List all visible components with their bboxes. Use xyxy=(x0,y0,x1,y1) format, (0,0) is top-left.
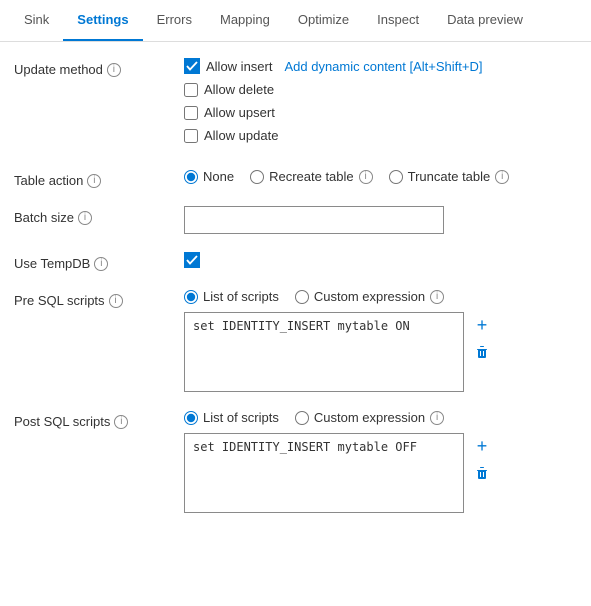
post-sql-scripts-row: Post SQL scripts i List of scripts Custom… xyxy=(14,410,577,513)
post-sql-add-button[interactable]: + xyxy=(472,435,492,457)
update-method-row: Update method i Allow insert Add dynamic… xyxy=(14,58,577,151)
pre-sql-radio-option-0[interactable]: List of scripts xyxy=(184,289,279,304)
pre-sql-delete-button[interactable] xyxy=(472,342,492,365)
post-sql-radio-option-0[interactable]: List of scripts xyxy=(184,410,279,425)
pre-sql-controls: List of scripts Custom expression i set ID… xyxy=(184,289,577,392)
pre-sql-radio-option-1[interactable]: Custom expression i xyxy=(295,289,444,304)
use-tempdb-row: Use TempDB i xyxy=(14,252,577,271)
allow-upsert-checkbox[interactable] xyxy=(184,106,198,120)
pre-sql-scripts-row: Pre SQL scripts i List of scripts Custom … xyxy=(14,289,577,392)
update-method-controls: Allow insert Add dynamic content [Alt+Sh… xyxy=(184,58,577,151)
pre-sql-actions: + xyxy=(472,312,492,365)
tab-mapping[interactable]: Mapping xyxy=(206,0,284,41)
post-sql-radio-label-1: Custom expression xyxy=(314,410,425,425)
post-sql-actions: + xyxy=(472,433,492,486)
dynamic-content-link[interactable]: Add dynamic content [Alt+Shift+D] xyxy=(284,59,482,74)
pre-sql-scripts-label: Pre SQL scripts xyxy=(14,293,105,308)
post-sql-info-icon[interactable]: i xyxy=(114,415,128,429)
tab-optimize[interactable]: Optimize xyxy=(284,0,363,41)
tabs-bar: SinkSettingsErrorsMappingOptimizeInspect… xyxy=(0,0,591,42)
tab-data-preview[interactable]: Data preview xyxy=(433,0,537,41)
pre-sql-radio-0[interactable] xyxy=(184,290,198,304)
pre-sql-radio-1[interactable] xyxy=(295,290,309,304)
pre-sql-add-button[interactable]: + xyxy=(472,314,492,336)
table-action-row: Table action i NoneRecreate tableiTrunca… xyxy=(14,169,577,188)
pre-sql-textarea[interactable]: set IDENTITY_INSERT mytable ON xyxy=(184,312,464,392)
update-method-info-icon[interactable]: i xyxy=(107,63,121,77)
table-action-option-2[interactable]: Truncate table i xyxy=(389,169,510,184)
table-action-option-1[interactable]: Recreate table i xyxy=(250,169,373,184)
table-action-info-icon[interactable]: i xyxy=(87,174,101,188)
table-action-radio-1[interactable] xyxy=(250,170,264,184)
pre-sql-radio-label-0: List of scripts xyxy=(203,289,279,304)
post-sql-radio-1[interactable] xyxy=(295,411,309,425)
pre-sql-info-icon[interactable]: i xyxy=(109,294,123,308)
batch-size-control xyxy=(184,206,577,234)
batch-size-label: Batch size xyxy=(14,210,74,225)
table-action-label: Table action xyxy=(14,173,83,188)
table-action-radio-2[interactable] xyxy=(389,170,403,184)
tab-sink[interactable]: Sink xyxy=(10,0,63,41)
allow-update-checkbox[interactable] xyxy=(184,129,198,143)
use-tempdb-info-icon[interactable]: i xyxy=(94,257,108,271)
table-action-info-2[interactable]: i xyxy=(495,170,509,184)
tab-settings[interactable]: Settings xyxy=(63,0,142,41)
table-action-option-label-0: None xyxy=(203,169,234,184)
table-action-radio-0[interactable] xyxy=(184,170,198,184)
post-sql-delete-button[interactable] xyxy=(472,463,492,486)
allow-upsert-label: Allow upsert xyxy=(204,105,275,120)
use-tempdb-control xyxy=(184,252,577,269)
post-sql-radio-option-1[interactable]: Custom expression i xyxy=(295,410,444,425)
pre-sql-custom-info-icon[interactable]: i xyxy=(430,290,444,304)
allow-update-label: Allow update xyxy=(204,128,278,143)
use-tempdb-label: Use TempDB xyxy=(14,256,90,271)
allow-insert-label: Allow insert xyxy=(206,59,272,74)
batch-size-info-icon[interactable]: i xyxy=(78,211,92,225)
tab-errors[interactable]: Errors xyxy=(143,0,206,41)
allow-insert-checkbox[interactable] xyxy=(184,58,200,74)
batch-size-row: Batch size i xyxy=(14,206,577,234)
post-sql-radio-label-0: List of scripts xyxy=(203,410,279,425)
post-sql-scripts-label: Post SQL scripts xyxy=(14,414,110,429)
update-method-label: Update method xyxy=(14,62,103,77)
table-action-option-label-1: Recreate table xyxy=(269,169,354,184)
use-tempdb-checkbox[interactable] xyxy=(184,252,200,268)
table-action-info-1[interactable]: i xyxy=(359,170,373,184)
allow-delete-checkbox[interactable] xyxy=(184,83,198,97)
post-sql-controls: List of scripts Custom expression i set ID… xyxy=(184,410,577,513)
table-action-option-0[interactable]: None xyxy=(184,169,234,184)
post-sql-radio-0[interactable] xyxy=(184,411,198,425)
tab-inspect[interactable]: Inspect xyxy=(363,0,433,41)
table-action-option-label-2: Truncate table xyxy=(408,169,491,184)
pre-sql-radio-label-1: Custom expression xyxy=(314,289,425,304)
post-sql-textarea[interactable]: set IDENTITY_INSERT mytable OFF xyxy=(184,433,464,513)
batch-size-input[interactable] xyxy=(184,206,444,234)
table-action-controls: None Recreate table i Truncate table i xyxy=(184,169,577,184)
allow-delete-label: Allow delete xyxy=(204,82,274,97)
post-sql-custom-info-icon[interactable]: i xyxy=(430,411,444,425)
